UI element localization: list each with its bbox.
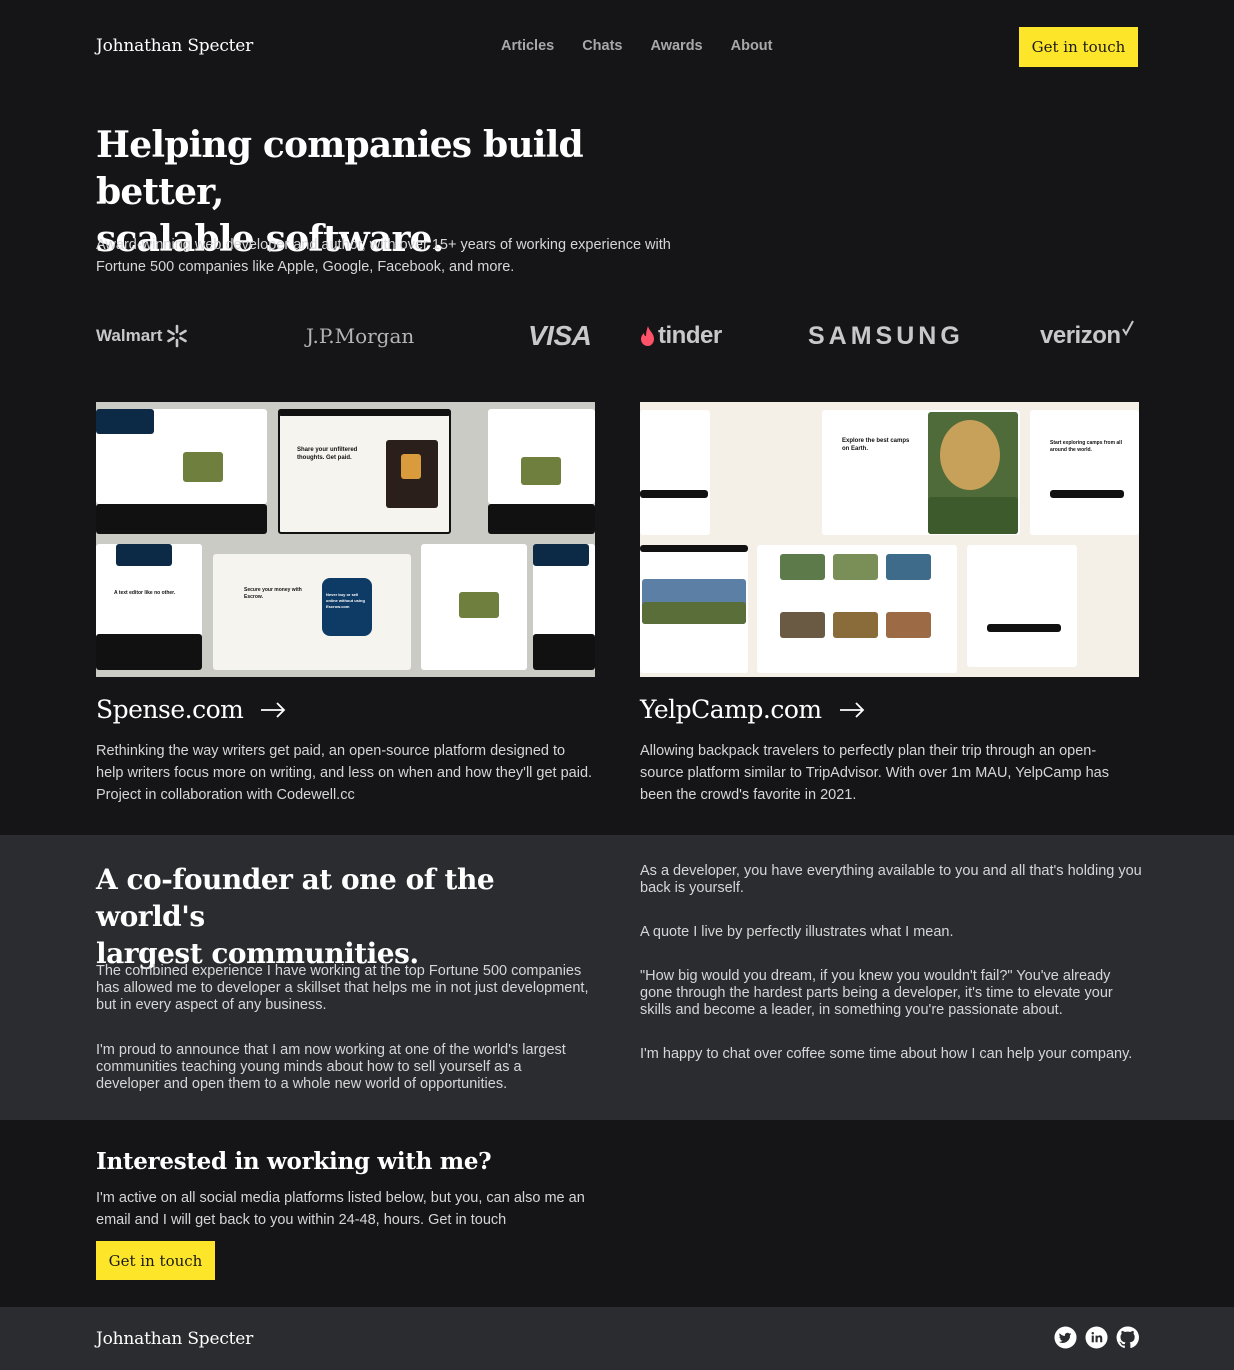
arrow-right-icon[interactable]	[838, 701, 866, 719]
about-title: A co-founder at one of the world's large…	[96, 861, 596, 972]
spense-editor-text: A text editor like no other.	[114, 590, 176, 596]
nav-awards[interactable]: Awards	[651, 38, 703, 54]
jpmorgan-logo: J.P.Morgan	[306, 324, 415, 348]
social-links	[1054, 1326, 1139, 1349]
yelpcamp-headline: Explore the best camps on Earth.	[842, 438, 910, 452]
about-right-paragraph-2: A quote I live by perfectly illustrates …	[640, 924, 954, 940]
walmart-logo-text: Walmart	[96, 326, 163, 345]
spense-phone-text: Never buy or sell online without using E…	[326, 592, 365, 609]
tinder-logo-text: tinder	[658, 322, 722, 349]
spense-screenshot[interactable]: Share your unfiltered thoughts. Get paid…	[96, 402, 595, 677]
verizon-logo-text: verizon	[1040, 322, 1121, 349]
about-title-line1: A co-founder at one of the world's	[96, 863, 495, 933]
walmart-spark-icon	[167, 324, 188, 348]
nav-about[interactable]: About	[731, 38, 773, 54]
project-desc-spense: Rethinking the way writers get paid, an …	[96, 743, 593, 803]
nav-chats[interactable]: Chats	[582, 38, 622, 54]
contact-title: Interested in working with me?	[96, 1148, 492, 1175]
about-right-paragraph-4: I'm happy to chat over coffee some time …	[640, 1046, 1133, 1062]
top-nav: Johnathan Specter Articles Chats Awards …	[0, 0, 1234, 92]
client-logos: Walmart J.P.Morgan VISA tinder SAMSUNG v…	[96, 316, 1139, 356]
about-section: A co-founder at one of the world's large…	[0, 835, 1234, 1120]
hero-subtitle-line2: Fortune 500 companies like Apple, Google…	[96, 259, 515, 275]
about-left-paragraph-2: I'm proud to announce that I am now work…	[96, 1042, 566, 1092]
hero-title-line1: Helping companies build better,	[96, 124, 584, 213]
nav-links: Articles Chats Awards About	[501, 38, 773, 54]
project-title-spense[interactable]: Spense.com	[96, 695, 595, 724]
walmart-logo: Walmart	[96, 316, 189, 356]
visa-logo: VISA	[528, 320, 592, 351]
project-title-text: YelpCamp.com	[640, 695, 822, 724]
tinder-flame-icon	[641, 326, 654, 346]
linkedin-icon[interactable]	[1085, 1326, 1108, 1349]
hero-subtitle-line1: Award-winning web developer and author, …	[96, 237, 671, 253]
yelpcamp-start-text: Start exploring camps from all around th…	[1050, 440, 1122, 453]
contact-text: I'm active on all social media platforms…	[96, 1190, 585, 1228]
arrow-right-icon[interactable]	[259, 701, 287, 719]
nav-articles[interactable]: Articles	[501, 38, 554, 54]
project-desc-yelpcamp: Allowing backpack travelers to perfectly…	[640, 743, 1109, 803]
yelpcamp-screenshot[interactable]: Explore the best camps on Earth. Start e…	[640, 402, 1139, 677]
contact-get-in-touch-button[interactable]: Get in touch	[96, 1241, 215, 1280]
hero-subtitle: Award-winning web developer and author, …	[96, 234, 696, 278]
verizon-check-icon	[1121, 320, 1134, 337]
about-right-paragraph-1: As a developer, you have everything avai…	[640, 863, 1142, 896]
verizon-logo: verizon	[1040, 316, 1135, 356]
tinder-logo: tinder	[639, 316, 722, 356]
footer: Johnathan Specter	[0, 1307, 1234, 1370]
samsung-logo: SAMSUNG	[808, 321, 964, 350]
spense-headline: Share your unfiltered thoughts. Get paid…	[297, 447, 358, 461]
about-left-paragraph-1: The combined experience I have working a…	[96, 963, 589, 1013]
project-title-text: Spense.com	[96, 695, 244, 724]
brand-logo[interactable]: Johnathan Specter	[96, 36, 253, 56]
project-card-yelpcamp[interactable]: Explore the best camps on Earth. Start e…	[640, 402, 1139, 806]
project-card-spense[interactable]: Share your unfiltered thoughts. Get paid…	[96, 402, 595, 806]
github-icon[interactable]	[1116, 1326, 1139, 1349]
footer-brand[interactable]: Johnathan Specter	[96, 1329, 253, 1349]
spense-escrow-text: Secure your money with Escrow.	[244, 587, 302, 600]
get-in-touch-button[interactable]: Get in touch	[1019, 27, 1138, 67]
twitter-icon[interactable]	[1054, 1326, 1077, 1349]
project-title-yelpcamp[interactable]: YelpCamp.com	[640, 695, 1139, 724]
about-right-paragraph-3: "How big would you dream, if you knew yo…	[640, 968, 1113, 1018]
